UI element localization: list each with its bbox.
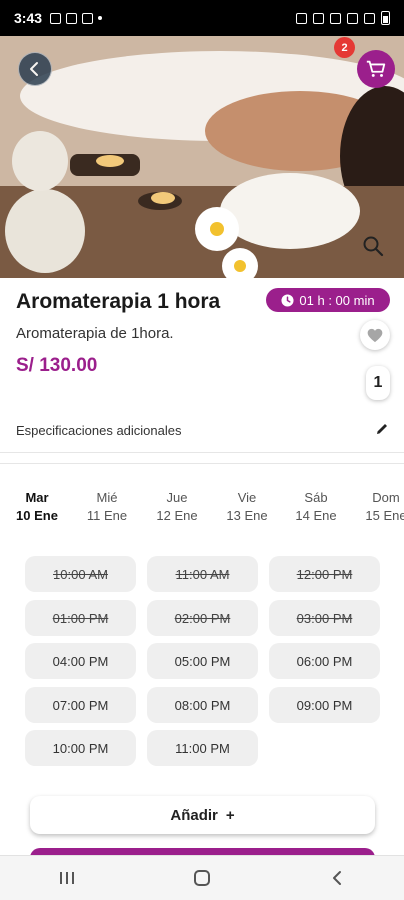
recent-apps-button[interactable] — [47, 863, 87, 893]
product-title: Aromaterapia 1 hora — [16, 290, 221, 313]
back-icon — [332, 871, 341, 885]
signal-icon — [364, 12, 375, 24]
time-slot[interactable]: 12:00 PM — [269, 556, 380, 592]
favorite-button[interactable] — [360, 320, 390, 350]
product-description: Aromaterapia de 1hora. — [16, 325, 174, 342]
clock-icon — [281, 293, 294, 307]
time-slot[interactable]: 06:00 PM — [269, 643, 380, 679]
mute-icon — [330, 12, 341, 24]
battery-icon — [381, 11, 390, 25]
back-arrow-icon — [30, 62, 38, 76]
status-time: 3:43 — [14, 10, 43, 26]
time-slot[interactable]: 05:00 PM — [147, 643, 258, 679]
additional-specs-label[interactable]: Especificaciones adicionales — [16, 423, 181, 438]
time-slot[interactable]: 02:00 PM — [147, 600, 258, 636]
day-date: 11 Ene — [86, 508, 128, 523]
time-slot[interactable]: 08:00 PM — [147, 687, 258, 723]
duration-badge: 01 h : 00 min — [266, 288, 390, 312]
cart-icon — [366, 60, 386, 77]
recent-apps-icon — [60, 872, 75, 884]
cart-badge: 2 — [334, 37, 355, 58]
wifi-icon — [347, 12, 358, 24]
time-slot[interactable]: 10:00 PM — [25, 730, 136, 766]
teams-notification-icon — [66, 12, 78, 24]
duration-text: 01 h : 00 min — [299, 292, 375, 308]
time-slot[interactable]: 03:00 PM — [269, 600, 380, 636]
time-slot[interactable]: 07:00 PM — [25, 687, 136, 723]
day-tab[interactable]: Dom 15 Ene — [356, 489, 404, 525]
home-icon — [193, 870, 210, 886]
add-button-label: Añadir — [170, 806, 218, 824]
day-name: Mar — [25, 490, 49, 505]
day-date: 14 Ene — [295, 508, 337, 523]
time-slot[interactable]: 11:00 AM — [147, 556, 258, 592]
day-tab[interactable]: Vie 13 Ene — [217, 489, 277, 525]
divider — [0, 452, 404, 453]
day-tab[interactable]: Mié 11 Ene — [77, 489, 137, 525]
day-name: Jue — [166, 490, 188, 505]
alarm-icon — [313, 12, 324, 24]
more-notifications-icon — [98, 16, 103, 20]
day-tab[interactable]: Mar 10 Ene — [7, 489, 67, 525]
cart-button[interactable] — [357, 50, 395, 88]
pencil-icon[interactable] — [374, 421, 390, 437]
day-name: Vie — [237, 490, 257, 505]
time-slot[interactable]: 11:00 PM — [147, 730, 258, 766]
day-date: 10 Ene — [16, 508, 58, 523]
time-slot[interactable]: 09:00 PM — [269, 687, 380, 723]
system-back-button[interactable] — [317, 863, 357, 893]
spa-scene-illustration — [0, 36, 404, 278]
divider — [0, 463, 404, 464]
product-image[interactable] — [0, 36, 404, 278]
day-name: Sáb — [304, 490, 328, 505]
system-nav-bar — [0, 855, 404, 900]
day-tab[interactable]: Sáb 14 Ene — [286, 489, 346, 525]
back-button[interactable] — [18, 52, 52, 86]
day-date: 13 Ene — [226, 508, 268, 523]
day-date: 15 Ene — [365, 508, 404, 523]
time-slot[interactable]: 04:00 PM — [25, 643, 136, 679]
day-name: Dom — [372, 490, 400, 505]
plus-icon: + — [225, 806, 235, 824]
home-button[interactable] — [182, 863, 222, 893]
status-bar: 3:43 — [0, 0, 404, 36]
heart-icon — [367, 328, 383, 342]
time-slot[interactable]: 10:00 AM — [25, 556, 136, 592]
day-name: Mié — [96, 490, 118, 505]
product-price: S/ 130.00 — [16, 355, 98, 376]
day-selector: Mar 10 Ene Mié 11 Ene Jue 12 Ene Vie 13 … — [0, 489, 404, 533]
shield-notification-icon — [82, 12, 94, 24]
day-date: 12 Ene — [156, 508, 198, 523]
zoom-icon[interactable] — [362, 235, 384, 257]
notification-icons — [50, 12, 103, 24]
system-icons — [296, 11, 390, 25]
add-button[interactable]: Añadir + — [30, 796, 375, 834]
gallery-notification-icon — [50, 12, 62, 24]
time-slot[interactable]: 01:00 PM — [25, 600, 136, 636]
nfc-icon — [296, 12, 307, 24]
day-tab[interactable]: Jue 12 Ene — [147, 489, 207, 525]
quantity-value[interactable]: 1 — [366, 366, 390, 400]
